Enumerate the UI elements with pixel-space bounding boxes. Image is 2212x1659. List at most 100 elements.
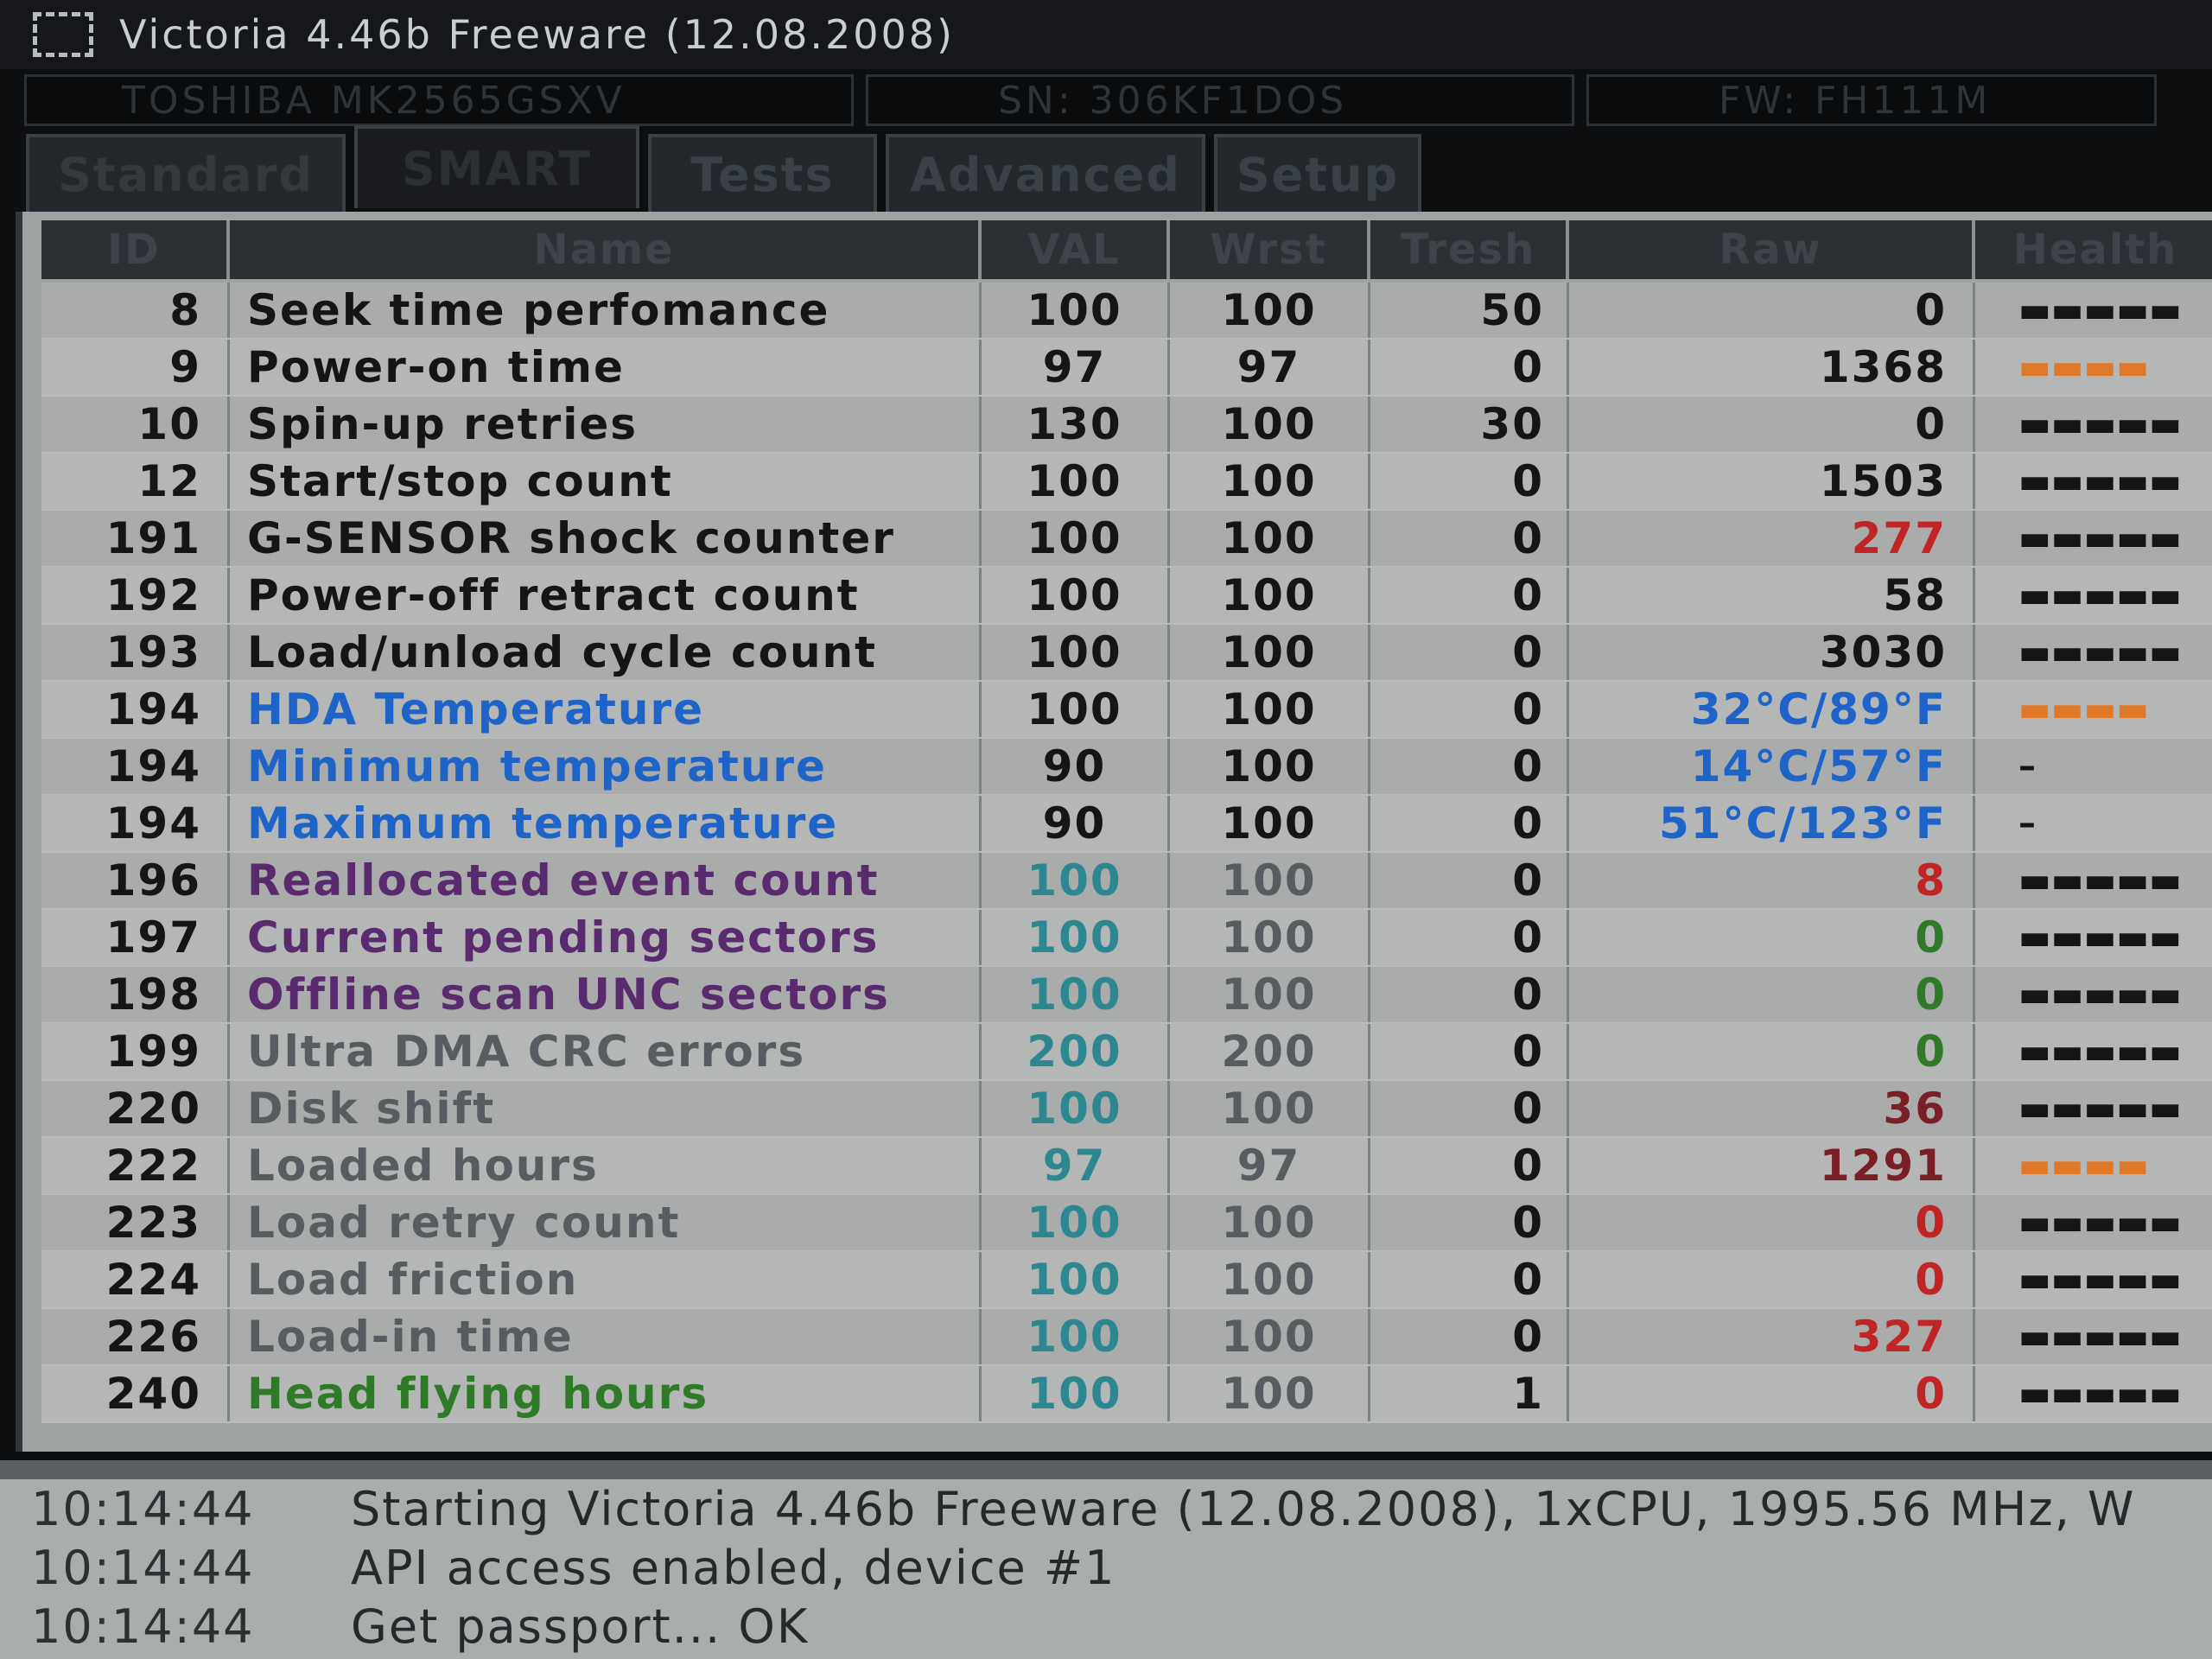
table-row[interactable]: 12 Start/stop count 100 100 0 1503 ▬▬▬▬▬ (41, 454, 2212, 511)
attribute-name: Load friction (230, 1252, 982, 1307)
attribute-value: 100 (982, 1195, 1170, 1250)
attribute-worst: 100 (1170, 1081, 1370, 1136)
title-bar: Victoria 4.46b Freeware (12.08.2008) (0, 0, 2212, 69)
attribute-threshold: 0 (1370, 910, 1569, 965)
attribute-health: – (1975, 796, 2212, 851)
attribute-health: ▬▬▬▬ (1975, 340, 2212, 395)
attribute-id: 192 (41, 568, 230, 623)
table-row[interactable]: 10 Spin-up retries 130 100 30 0 ▬▬▬▬▬ (41, 397, 2212, 454)
column-header-tresh[interactable]: Tresh (1370, 220, 1569, 279)
column-header-wrst[interactable]: Wrst (1170, 220, 1370, 279)
table-row[interactable]: 8 Seek time perfomance 100 100 50 0 ▬▬▬▬▬ (41, 283, 2212, 340)
attribute-name: Maximum temperature (230, 796, 982, 851)
window-title: Victoria 4.46b Freeware (12.08.2008) (119, 11, 955, 58)
attribute-value: 90 (982, 796, 1170, 851)
attribute-worst: 100 (1170, 625, 1370, 680)
attribute-threshold: 0 (1370, 967, 1569, 1022)
smart-table-body: 8 Seek time perfomance 100 100 50 0 ▬▬▬▬▬ 9 Powe… (41, 283, 2212, 1423)
attribute-health: ▬▬▬▬▬ (1975, 625, 2212, 680)
attribute-raw: 0 (1569, 397, 1975, 452)
attribute-id: 223 (41, 1195, 230, 1250)
table-header: ID Name VAL Wrst Tresh Raw Health (41, 220, 2212, 279)
attribute-value: 100 (982, 454, 1170, 509)
column-header-val[interactable]: VAL (982, 220, 1170, 279)
attribute-name: Load-in time (230, 1309, 982, 1364)
log-splitter[interactable] (0, 1460, 2212, 1479)
attribute-id: 226 (41, 1309, 230, 1364)
attribute-name: Ultra DMA CRC errors (230, 1024, 982, 1079)
attribute-raw: 0 (1569, 910, 1975, 965)
table-row[interactable]: 196 Reallocated event count 100 100 0 8 ▬▬▬▬▬ (41, 853, 2212, 910)
attribute-health: ▬▬▬▬▬ (1975, 967, 2212, 1022)
attribute-raw: 277 (1569, 511, 1975, 566)
attribute-value: 100 (982, 625, 1170, 680)
attribute-health: ▬▬▬▬▬ (1975, 568, 2212, 623)
attribute-name: Disk shift (230, 1081, 982, 1136)
table-row[interactable]: 224 Load friction 100 100 0 0 ▬▬▬▬▬ (41, 1252, 2212, 1309)
attribute-health: ▬▬▬▬▬ (1975, 1252, 2212, 1307)
attribute-name: Loaded hours (230, 1138, 982, 1193)
attribute-value: 100 (982, 568, 1170, 623)
table-row[interactable]: 197 Current pending sectors 100 100 0 0 ▬▬▬▬▬ (41, 910, 2212, 967)
attribute-value: 90 (982, 739, 1170, 794)
log-message: Starting Victoria 4.46b Freeware (12.08.… (351, 1481, 2136, 1536)
device-model: TOSHIBA MK2565GSXV (24, 74, 854, 126)
attribute-health: ▬▬▬▬▬ (1975, 1081, 2212, 1136)
attribute-name: Seek time perfomance (230, 283, 982, 338)
table-row[interactable]: 223 Load retry count 100 100 0 0 ▬▬▬▬▬ (41, 1195, 2212, 1252)
log-panel: 10:14:44 Starting Victoria 4.46b Freeware… (0, 1479, 2212, 1659)
attribute-raw: 14°C/57°F (1569, 739, 1975, 794)
attribute-worst: 100 (1170, 283, 1370, 338)
attribute-id: 12 (41, 454, 230, 509)
table-row[interactable]: 226 Load-in time 100 100 0 327 ▬▬▬▬▬ (41, 1309, 2212, 1366)
table-row[interactable]: 222 Loaded hours 97 97 0 1291 ▬▬▬▬ (41, 1138, 2212, 1195)
attribute-name: Reallocated event count (230, 853, 982, 908)
table-row[interactable]: 192 Power-off retract count 100 100 0 58 ▬▬▬▬▬ (41, 568, 2212, 625)
tab-tests[interactable]: Tests (648, 134, 877, 212)
tab-setup[interactable]: Setup (1214, 134, 1421, 212)
column-header-health[interactable]: Health (1975, 220, 2212, 279)
attribute-health: ▬▬▬▬ (1975, 1138, 2212, 1193)
table-row[interactable]: 9 Power-on time 97 97 0 1368 ▬▬▬▬ (41, 340, 2212, 397)
attribute-id: 9 (41, 340, 230, 395)
log-message: Get passport... OK (351, 1599, 810, 1654)
table-row[interactable]: 240 Head flying hours 100 100 1 0 ▬▬▬▬▬ (41, 1366, 2212, 1423)
attribute-value: 100 (982, 283, 1170, 338)
attribute-raw: 58 (1569, 568, 1975, 623)
attribute-health: ▬▬▬▬▬ (1975, 283, 2212, 338)
column-header-name[interactable]: Name (230, 220, 982, 279)
attribute-threshold: 0 (1370, 796, 1569, 851)
column-header-raw[interactable]: Raw (1569, 220, 1975, 279)
attribute-value: 100 (982, 1252, 1170, 1307)
attribute-name: Power-on time (230, 340, 982, 395)
table-row[interactable]: 220 Disk shift 100 100 0 36 ▬▬▬▬▬ (41, 1081, 2212, 1138)
attribute-id: 220 (41, 1081, 230, 1136)
attribute-worst: 100 (1170, 568, 1370, 623)
table-row[interactable]: 191 G-SENSOR shock counter 100 100 0 277 ▬▬▬▬▬ (41, 511, 2212, 568)
attribute-value: 97 (982, 340, 1170, 395)
attribute-threshold: 0 (1370, 625, 1569, 680)
attribute-health: ▬▬▬▬▬ (1975, 853, 2212, 908)
attribute-name: Minimum temperature (230, 739, 982, 794)
table-row[interactable]: 194 Minimum temperature 90 100 0 14°C/57°F – (41, 739, 2212, 796)
tab-standard[interactable]: Standard (26, 134, 346, 212)
log-line: 10:14:44 Get passport... OK (0, 1597, 2212, 1656)
table-row[interactable]: 194 HDA Temperature 100 100 0 32°C/89°F ▬▬▬▬ (41, 682, 2212, 739)
table-row[interactable]: 193 Load/unload cycle count 100 100 0 3030 ▬▬▬… (41, 625, 2212, 682)
tab-advanced[interactable]: Advanced (886, 134, 1205, 212)
attribute-raw: 0 (1569, 967, 1975, 1022)
attribute-name: HDA Temperature (230, 682, 982, 737)
attribute-name: Power-off retract count (230, 568, 982, 623)
attribute-threshold: 1 (1370, 1366, 1569, 1421)
attribute-health: ▬▬▬▬▬ (1975, 910, 2212, 965)
attribute-worst: 100 (1170, 739, 1370, 794)
attribute-id: 198 (41, 967, 230, 1022)
log-line: 10:14:44 API access enabled, device #1 (0, 1538, 2212, 1597)
column-header-id[interactable]: ID (41, 220, 230, 279)
table-row[interactable]: 194 Maximum temperature 90 100 0 51°C/123°F – (41, 796, 2212, 853)
table-row[interactable]: 199 Ultra DMA CRC errors 200 200 0 0 ▬▬▬▬▬ (41, 1024, 2212, 1081)
attribute-raw: 0 (1569, 1366, 1975, 1421)
attribute-raw: 0 (1569, 1252, 1975, 1307)
table-row[interactable]: 198 Offline scan UNC sectors 100 100 0 0 ▬▬▬▬▬ (41, 967, 2212, 1024)
tab-smart[interactable]: SMART (354, 125, 639, 208)
